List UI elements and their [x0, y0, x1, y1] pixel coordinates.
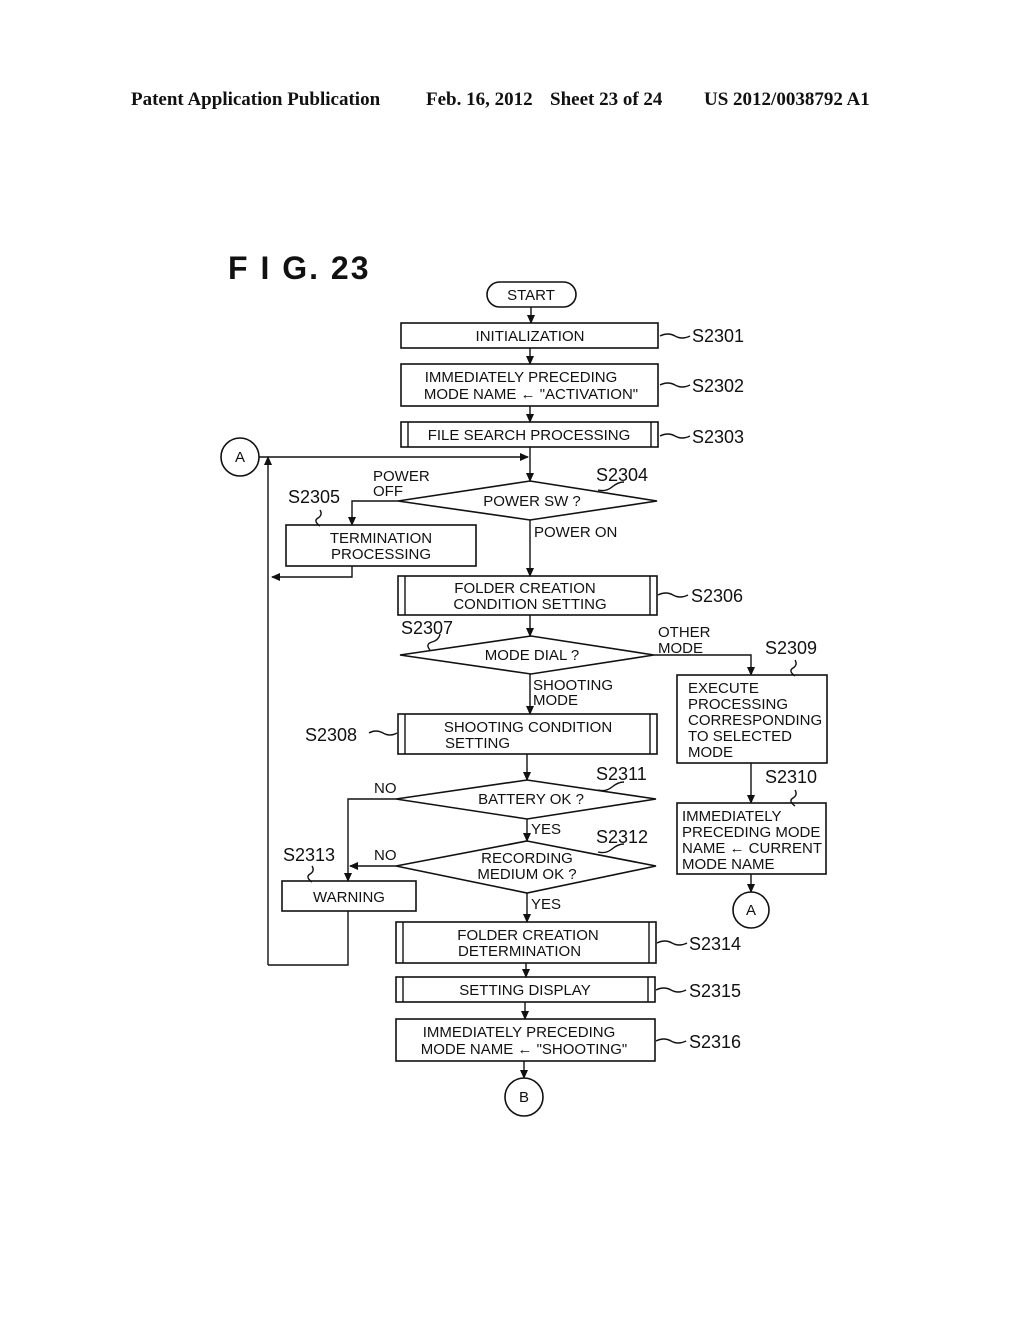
- step-s2310-box: IMMEDIATELY PRECEDING MODE NAME ← CURREN…: [676, 802, 827, 875]
- s2316-text-line1: IMMEDIATELY PRECEDING: [423, 1024, 616, 1041]
- step-s2314-box: FOLDER CREATION DETERMINATION: [395, 921, 657, 964]
- label-s2302: S2302: [692, 376, 744, 396]
- decision-s2307: MODE DIAL ?: [399, 635, 655, 675]
- s2308-text-line1: SHOOTING CONDITION: [444, 719, 612, 736]
- edge-medium-yes: YES: [531, 896, 561, 913]
- s2309-text-line2: PROCESSING: [688, 696, 788, 713]
- edge-other-mode-line2: MODE: [658, 640, 703, 657]
- label-s2304: S2304: [596, 465, 648, 485]
- connector-b-label: B: [519, 1089, 529, 1106]
- s2302-text-line1: IMMEDIATELY PRECEDING: [425, 369, 618, 386]
- s2315-text: SETTING DISPLAY: [459, 982, 590, 999]
- step-s2316-box: IMMEDIATELY PRECEDING MODE NAME ← "SHOOT…: [395, 1018, 656, 1062]
- s2312-text-line1: RECORDING: [481, 850, 573, 867]
- s2313-text: WARNING: [313, 889, 385, 906]
- s2306-text-line1: FOLDER CREATION: [454, 580, 595, 597]
- edge-power-off-line2: OFF: [373, 483, 403, 500]
- label-s2311: S2311: [596, 764, 647, 784]
- edge-power-on: POWER ON: [534, 524, 617, 541]
- start-terminal: START: [486, 281, 577, 308]
- label-s2312: S2312: [596, 827, 648, 847]
- connector-a-right-label: A: [746, 902, 756, 919]
- step-s2302-box: IMMEDIATELY PRECEDING MODE NAME ← "ACTIV…: [400, 363, 659, 407]
- s2309-text-line4: TO SELECTED: [688, 728, 792, 745]
- step-s2306-box: FOLDER CREATION CONDITION SETTING: [397, 575, 658, 616]
- label-s2313: S2313: [283, 845, 335, 865]
- s2301-text: INITIALIZATION: [476, 328, 585, 345]
- label-s2301: S2301: [692, 326, 744, 346]
- step-s2301-box: INITIALIZATION: [400, 322, 659, 349]
- connector-a-left-label: A: [235, 449, 245, 466]
- label-s2310: S2310: [765, 767, 817, 787]
- flowchart: START INITIALIZATION IMMEDIATELY PRECEDI…: [220, 281, 828, 1117]
- step-s2315-box: SETTING DISPLAY: [395, 976, 656, 1003]
- s2309-text-line5: MODE: [688, 744, 733, 761]
- label-s2314: S2314: [689, 934, 741, 954]
- edge-other-mode-line1: OTHER: [658, 624, 711, 641]
- step-s2305-box: TERMINATION PROCESSING: [285, 524, 477, 567]
- s2309-text-line3: CORRESPONDING: [688, 712, 822, 729]
- decision-s2312: RECORDING MEDIUM OK ?: [395, 840, 657, 894]
- edge-battery-no: NO: [374, 780, 397, 797]
- s2314-text-line2: DETERMINATION: [458, 943, 581, 960]
- decision-s2311: BATTERY OK ?: [395, 779, 657, 820]
- s2307-text: MODE DIAL ?: [485, 647, 579, 664]
- s2304-text: POWER SW ?: [483, 493, 581, 510]
- s2310-text-line1: IMMEDIATELY: [682, 808, 781, 825]
- step-s2308-box: SHOOTING CONDITION SETTING: [397, 713, 658, 755]
- s2303-text: FILE SEARCH PROCESSING: [428, 427, 631, 444]
- s2314-text-line1: FOLDER CREATION: [457, 927, 598, 944]
- label-s2308: S2308: [305, 725, 357, 745]
- s2312-text-line2: MEDIUM OK ?: [477, 866, 576, 883]
- s2311-text: BATTERY OK ?: [478, 791, 584, 808]
- connector-a-right: A: [732, 891, 770, 929]
- s2310-text-line4: MODE NAME: [682, 856, 775, 873]
- s2306-text-line2: CONDITION SETTING: [453, 596, 606, 613]
- edge-medium-no: NO: [374, 847, 397, 864]
- s2316-text-line2: MODE NAME ← "SHOOTING": [421, 1041, 628, 1058]
- s2302-text-line2: MODE NAME ← "ACTIVATION": [424, 386, 638, 403]
- edge-battery-yes: YES: [531, 821, 561, 838]
- s2310-text-line2: PRECEDING MODE: [682, 824, 820, 841]
- s2305-text-line2: PROCESSING: [331, 546, 431, 563]
- step-s2303-box: FILE SEARCH PROCESSING: [400, 421, 659, 448]
- edge-shooting-mode-line2: MODE: [533, 692, 578, 709]
- s2310-text-line3: NAME ← CURRENT: [682, 840, 822, 857]
- label-s2315: S2315: [689, 981, 741, 1001]
- label-s2305: S2305: [288, 487, 340, 507]
- label-s2307: S2307: [401, 618, 453, 638]
- start-label: START: [507, 287, 555, 304]
- step-s2309-box: EXECUTE PROCESSING CORRESPONDING TO SELE…: [676, 674, 828, 764]
- label-s2306: S2306: [691, 586, 743, 606]
- s2305-text-line1: TERMINATION: [330, 530, 432, 547]
- label-s2309: S2309: [765, 638, 817, 658]
- decision-s2304: POWER SW ?: [397, 480, 658, 521]
- s2308-text-line2: SETTING: [445, 735, 510, 752]
- connector-b-bottom: B: [504, 1077, 544, 1117]
- label-s2316: S2316: [689, 1032, 741, 1052]
- step-s2313-box: WARNING: [281, 880, 417, 912]
- label-s2303: S2303: [692, 427, 744, 447]
- connector-a-left: A: [220, 437, 260, 477]
- s2309-text-line1: EXECUTE: [688, 680, 759, 697]
